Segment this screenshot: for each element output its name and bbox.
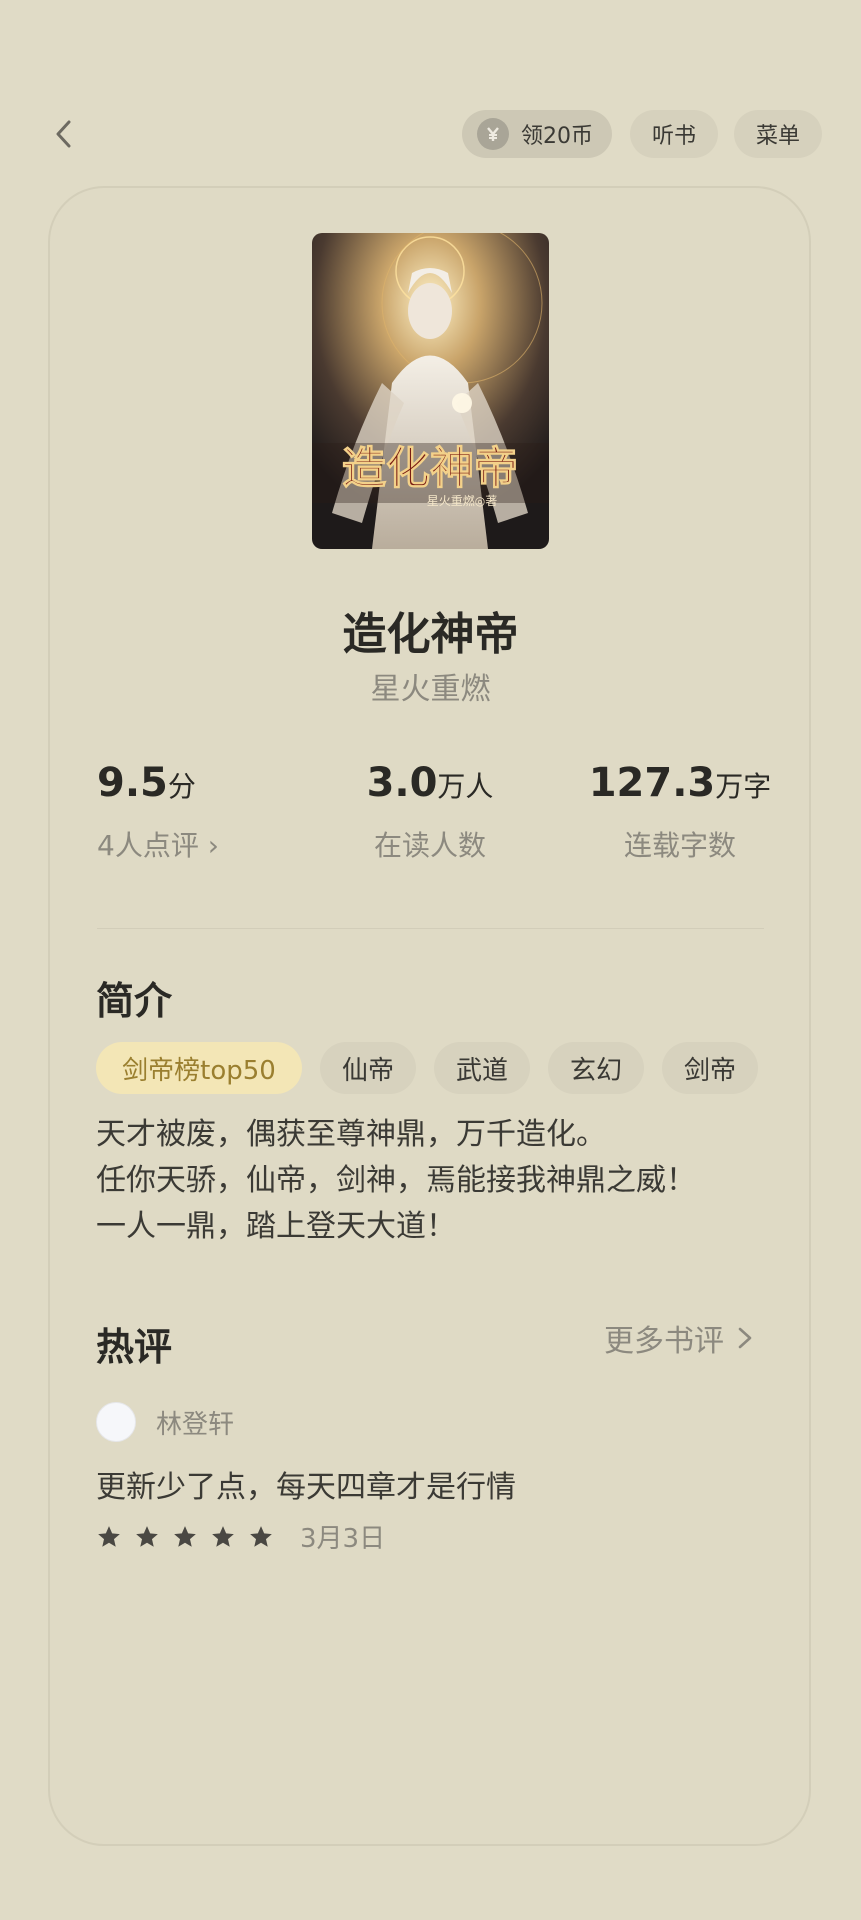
readers-unit: 万人 <box>437 770 494 803</box>
review-text[interactable]: 更新少了点，每天四章才是行情 <box>96 1462 516 1506</box>
intro-line: 一人一鼎，踏上登天大道！ <box>96 1209 456 1244</box>
claim-coins-label: 领20币 <box>521 124 593 149</box>
intro-line: 任你天骄，仙帝，剑神，焉能接我神鼎之威！ <box>96 1163 696 1198</box>
reviews-heading: 热评 <box>96 1325 173 1369</box>
menu-label: 菜单 <box>755 124 800 149</box>
book-cover-image: 造化神帝 星火重燃◎著 <box>312 233 549 549</box>
readers-value: 3.0 <box>366 760 438 806</box>
star-icon <box>136 1525 158 1547</box>
divider <box>97 928 764 929</box>
review-date: 3月3日 <box>300 1524 386 1554</box>
back-button[interactable] <box>44 114 84 154</box>
cover-title-text: 造化神帝 <box>342 443 518 494</box>
star-icon <box>250 1525 272 1547</box>
chevron-left-icon <box>56 120 71 148</box>
tag-item[interactable]: 玄幻 <box>548 1042 644 1094</box>
review-meta: 3月3日 <box>96 1518 385 1555</box>
star-icon <box>212 1525 234 1547</box>
claim-coins-button[interactable]: 领20币 <box>462 110 612 158</box>
menu-button[interactable]: 菜单 <box>734 110 822 158</box>
review-author[interactable]: 林登轩 <box>96 1402 234 1442</box>
word-count-unit: 万字 <box>715 770 772 803</box>
word-count-value: 127.3 <box>588 760 716 806</box>
chevron-right-icon <box>738 1327 752 1349</box>
tag-ranking[interactable]: 剑帝榜top50 <box>96 1042 302 1094</box>
reviewer-name[interactable]: 林登轩 <box>156 1404 234 1441</box>
yuan-coin-icon <box>477 118 509 150</box>
book-cover[interactable]: 造化神帝 星火重燃◎著 <box>312 233 549 549</box>
review-rating <box>96 1524 286 1550</box>
tag-item[interactable]: 剑帝 <box>662 1042 758 1094</box>
readers-label: 在读人数 <box>373 829 486 862</box>
readers-stat: 3.0万人 在读人数 <box>340 760 520 870</box>
word-count-label: 连载字数 <box>623 829 736 862</box>
book-author[interactable]: 星火重燃 <box>0 664 861 708</box>
top-bar: 领20币 听书 菜单 <box>0 110 861 160</box>
intro-text[interactable]: 天才被废，偶获至尊神鼎，万千造化。 任你天骄，仙帝，剑神，焉能接我神鼎之威！ 一… <box>96 1112 776 1250</box>
more-reviews-label: 更多书评 <box>604 1324 724 1359</box>
tag-item[interactable]: 仙帝 <box>320 1042 416 1094</box>
cover-author-text: 星火重燃◎著 <box>427 493 497 508</box>
rating-count-link[interactable]: 4人点评 › <box>97 824 219 864</box>
rating-value: 9.5 <box>97 760 168 806</box>
intro-heading: 简介 <box>96 979 173 1023</box>
intro-line: 天才被废，偶获至尊神鼎，万千造化。 <box>96 1117 606 1152</box>
listen-button[interactable]: 听书 <box>630 110 718 158</box>
tag-item[interactable]: 武道 <box>434 1042 530 1094</box>
star-icon <box>98 1525 120 1547</box>
more-reviews-link[interactable]: 更多书评 <box>604 1316 754 1360</box>
listen-label: 听书 <box>651 124 696 149</box>
word-count-stat: 127.3万字 连载字数 <box>580 760 780 870</box>
avatar[interactable] <box>96 1402 136 1442</box>
rating-unit: 分 <box>167 770 196 803</box>
rating-stat[interactable]: 9.5分 4人点评 › <box>97 760 219 870</box>
star-icon <box>174 1525 196 1547</box>
book-title: 造化神帝 <box>342 609 519 660</box>
